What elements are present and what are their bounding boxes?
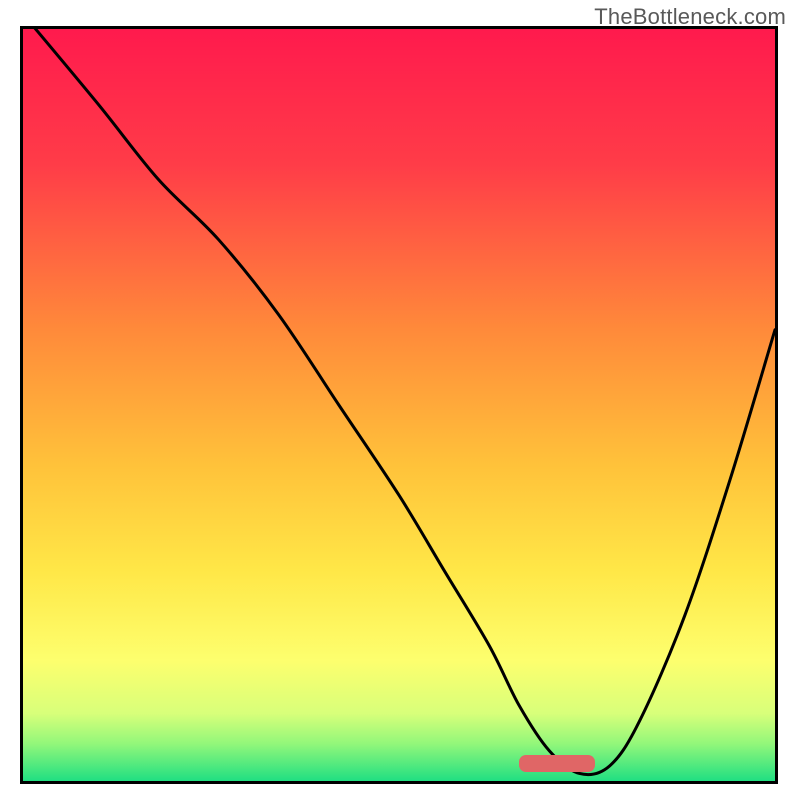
bottleneck-curve [23,29,775,781]
watermark-text: TheBottleneck.com [594,4,786,30]
sweet-spot-marker [519,755,594,772]
chart-frame [20,26,778,784]
